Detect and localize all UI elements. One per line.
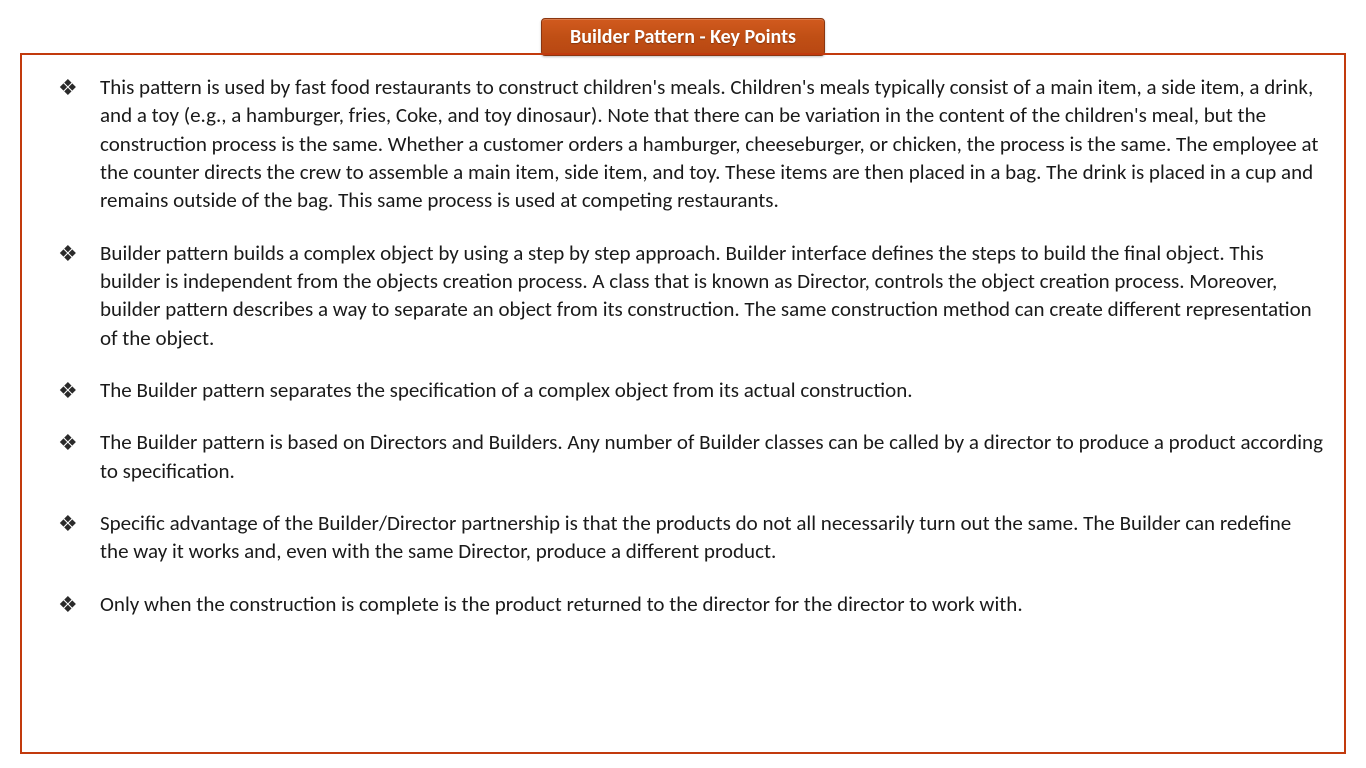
key-points-list: This pattern is used by fast food restau…: [42, 73, 1324, 618]
list-item: Builder pattern builds a complex object …: [42, 239, 1324, 352]
list-item: The Builder pattern separates the specif…: [42, 376, 1324, 404]
list-item: This pattern is used by fast food restau…: [42, 73, 1324, 215]
content-box: This pattern is used by fast food restau…: [20, 53, 1346, 754]
list-item: Specific advantage of the Builder/Direct…: [42, 509, 1324, 566]
title-box: Builder Pattern - Key Points: [541, 18, 825, 56]
list-item: The Builder pattern is based on Director…: [42, 428, 1324, 485]
list-item: Only when the construction is complete i…: [42, 590, 1324, 618]
page-title: Builder Pattern - Key Points: [570, 25, 796, 49]
